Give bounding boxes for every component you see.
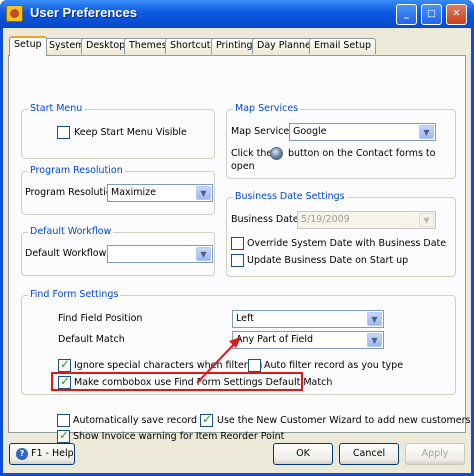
keep-start-menu-checkbox[interactable] xyxy=(57,126,70,139)
update-date-label: Update Business Date on Start up xyxy=(247,255,409,266)
program-resolution-label: Program Resolution xyxy=(25,187,118,198)
chevron-down-icon: ▼ xyxy=(419,125,434,139)
new-customer-wizard-checkbox[interactable] xyxy=(200,412,213,427)
help-label: F1 - Help xyxy=(31,448,74,459)
window-title: User Preferences xyxy=(30,5,137,20)
cancel-button[interactable]: Cancel xyxy=(339,443,399,465)
ok-button[interactable]: OK xyxy=(273,443,333,465)
map-services-title: Map Services xyxy=(233,103,301,114)
start-menu-group: Start Menu Keep Start Menu Visible xyxy=(21,103,215,159)
map-hint-line2: open xyxy=(231,161,255,172)
business-date-label: Business Date xyxy=(231,214,299,225)
help-button[interactable]: ? F1 - Help xyxy=(9,443,75,465)
app-icon xyxy=(6,5,23,22)
default-match-label: Default Match xyxy=(58,334,125,345)
auto-save-checkbox[interactable] xyxy=(57,414,70,427)
minimize-button[interactable]: _ xyxy=(396,4,417,25)
update-date-checkbox[interactable] xyxy=(231,254,244,267)
make-combobox-checkbox[interactable] xyxy=(58,374,71,389)
map-service-label: Map Service xyxy=(231,126,290,137)
keep-start-menu-label: Keep Start Menu Visible xyxy=(74,127,187,138)
setup-tab-panel: Start Menu Keep Start Menu Visible Progr… xyxy=(8,55,471,443)
map-hint-suffix: button on the Contact forms to xyxy=(288,148,436,159)
tab-email-setup[interactable]: Email Setup xyxy=(309,38,377,54)
title-bar[interactable]: User Preferences _ □ ✕ xyxy=(0,0,474,28)
map-hint-prefix: Click the xyxy=(231,148,273,159)
invoice-warning-checkbox[interactable] xyxy=(57,428,70,443)
chevron-down-icon: ▼ xyxy=(367,333,382,347)
business-date-group: Business Date Settings Business Date 5/1… xyxy=(226,191,456,277)
override-date-label: Override System Date with Business Date xyxy=(247,238,447,249)
business-date-value: 5/19/2009 xyxy=(301,214,350,225)
help-icon: ? xyxy=(16,448,28,460)
find-form-title: Find Form Settings xyxy=(28,289,121,300)
ignore-special-checkbox[interactable] xyxy=(58,357,71,372)
dialog-body: Setup System Desktop Themes Shortcuts Pr… xyxy=(3,28,471,473)
map-service-select[interactable]: Google ▼ xyxy=(289,123,436,141)
invoice-warning-label: Show Invoice warning for Item Reorder Po… xyxy=(73,431,285,442)
maximize-button[interactable]: □ xyxy=(421,4,442,25)
chevron-down-icon: ▼ xyxy=(419,213,434,227)
default-match-select[interactable]: Any Part of Field ▼ xyxy=(232,331,384,349)
tab-desktop[interactable]: Desktop xyxy=(81,38,131,54)
find-field-position-select[interactable]: Left ▼ xyxy=(232,310,384,328)
business-date-picker[interactable]: 5/19/2009 ▼ xyxy=(297,211,436,229)
user-preferences-window: User Preferences _ □ ✕ Setup System Desk… xyxy=(0,0,474,476)
find-field-position-value: Left xyxy=(236,313,254,324)
tab-printing[interactable]: Printing xyxy=(211,38,258,54)
business-date-title: Business Date Settings xyxy=(233,191,347,202)
globe-icon xyxy=(270,147,283,160)
annotation-arrow xyxy=(196,337,241,384)
default-workflow-select[interactable]: ▼ xyxy=(107,245,213,263)
start-menu-title: Start Menu xyxy=(28,103,85,114)
default-workflow-label: Default Workflow xyxy=(25,248,107,259)
program-resolution-select[interactable]: Maximize ▼ xyxy=(107,184,213,202)
close-button[interactable]: ✕ xyxy=(446,4,467,25)
program-resolution-value: Maximize xyxy=(111,187,157,198)
auto-filter-checkbox[interactable] xyxy=(248,359,261,372)
map-service-value: Google xyxy=(293,126,327,137)
chevron-down-icon: ▼ xyxy=(196,186,211,200)
find-field-position-label: Find Field Position xyxy=(58,313,143,324)
program-resolution-group: Program Resolution Program Resolution Ma… xyxy=(21,165,215,215)
program-resolution-title: Program Resolution xyxy=(28,165,125,176)
auto-save-label: Automatically save record xyxy=(73,415,198,426)
chevron-down-icon: ▼ xyxy=(367,312,382,326)
tab-setup[interactable]: Setup xyxy=(9,36,47,56)
apply-button[interactable]: Apply xyxy=(405,443,465,465)
auto-filter-label: Auto filter record as you type xyxy=(264,360,404,371)
default-workflow-group: Default Workflow Default Workflow ▼ xyxy=(21,226,215,276)
default-workflow-title: Default Workflow xyxy=(28,226,114,237)
override-date-checkbox[interactable] xyxy=(231,237,244,250)
map-services-group: Map Services Map Service Google ▼ Click … xyxy=(226,103,456,179)
chevron-down-icon: ▼ xyxy=(196,247,211,261)
new-customer-wizard-label: Use the New Customer Wizard to add new c… xyxy=(217,415,471,426)
